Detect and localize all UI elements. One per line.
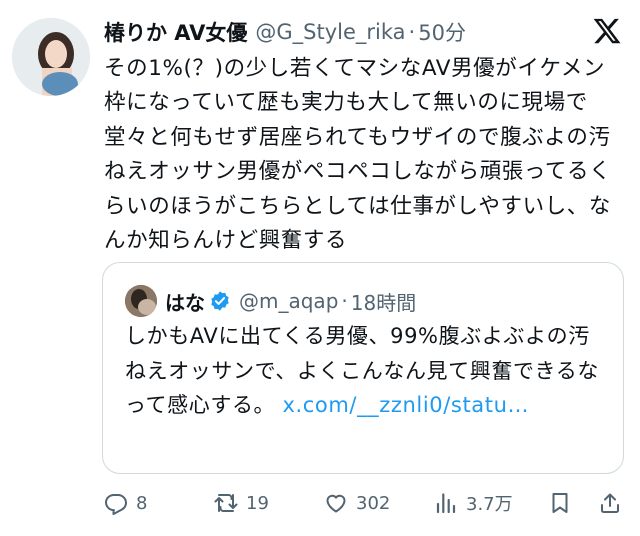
- separator-dot: ·: [408, 20, 416, 44]
- like-count: 302: [356, 492, 391, 514]
- quoted-tweet-header: はな @m_aqap · 18時間: [165, 283, 416, 319]
- quoted-tweet-text: しかもAVに出てくる男優、99%腹ぶよぶよの汚ねえオッサンで、よくこんなん見て興…: [125, 319, 605, 423]
- quoted-tweet-link[interactable]: x.com/__zznli0/statu…: [282, 393, 529, 417]
- quoted-timestamp[interactable]: 18時間: [351, 287, 416, 316]
- retweet-button[interactable]: 19: [214, 486, 269, 520]
- heart-icon: [326, 494, 346, 513]
- quoted-author-avatar[interactable]: [125, 285, 157, 317]
- author-handle[interactable]: @G_Style_rika: [255, 20, 405, 44]
- quoted-avatar-image: [125, 285, 157, 317]
- reply-button[interactable]: 8: [104, 486, 147, 520]
- tweet-header: 椿りか AV女優 @G_Style_rika · 50分: [104, 14, 466, 50]
- like-button[interactable]: 302: [324, 486, 390, 520]
- quoted-display-name[interactable]: はな: [165, 287, 205, 316]
- tweet-text: その1%(？)の少し若くてマシなAV男優がイケメン枠になっていて歴も実力も大して…: [104, 56, 612, 254]
- quoted-handle[interactable]: @m_aqap: [239, 289, 338, 313]
- tweet-action-bar: 8 19 302 3.7万: [104, 486, 624, 520]
- verified-badge-icon: [211, 291, 229, 311]
- x-logo-icon[interactable]: [592, 16, 622, 46]
- author-avatar[interactable]: [12, 18, 90, 96]
- author-display-name[interactable]: 椿りか AV女優: [104, 17, 247, 47]
- views-icon: [436, 493, 456, 514]
- retweet-count: 19: [246, 492, 269, 514]
- bookmark-icon: [552, 493, 568, 513]
- share-button[interactable]: [598, 486, 622, 520]
- views-count: 3.7万: [466, 494, 513, 515]
- retweet-icon: [214, 494, 238, 512]
- reply-count: 8: [136, 492, 148, 514]
- tweet-timestamp[interactable]: 50分: [418, 17, 466, 47]
- share-icon: [601, 493, 619, 513]
- avatar-image: [12, 18, 90, 96]
- quoted-tweet[interactable]: はな @m_aqap · 18時間 しかもAVに出てくる男優、99%腹ぶよぶよの…: [102, 262, 624, 474]
- reply-icon: [105, 494, 127, 515]
- views-button[interactable]: 3.7万: [434, 486, 513, 520]
- bookmark-button[interactable]: [548, 486, 572, 520]
- quoted-separator-dot: ·: [341, 289, 348, 313]
